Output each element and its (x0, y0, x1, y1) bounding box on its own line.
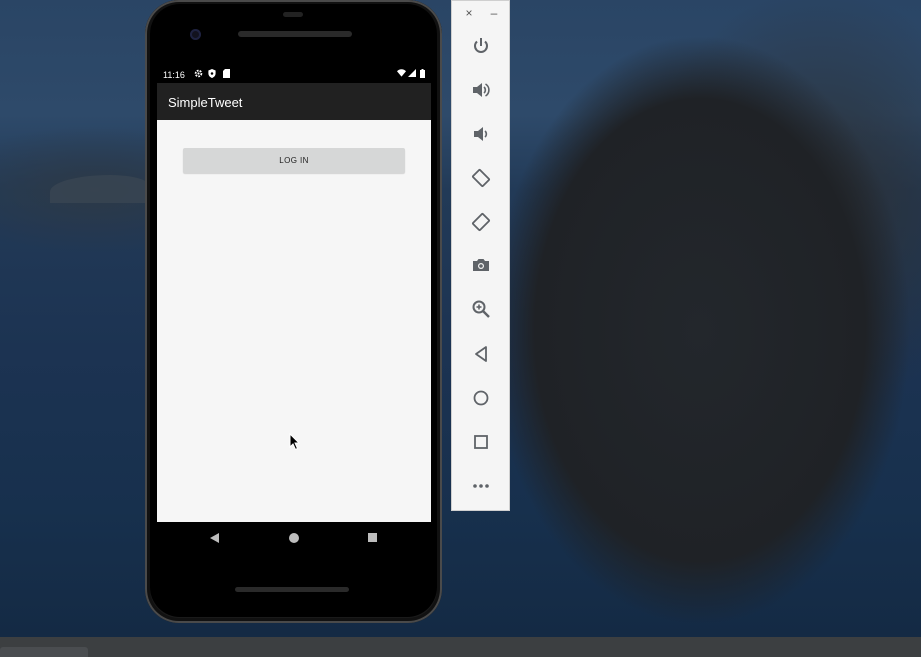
app-bar: SimpleTweet (157, 83, 431, 120)
phone-top-notch (283, 12, 303, 17)
emulator-back-button[interactable] (468, 341, 494, 367)
minimize-icon[interactable]: – (487, 5, 501, 21)
volume-down-button[interactable] (468, 121, 494, 147)
power-button[interactable] (468, 33, 494, 59)
volume-up-icon (473, 83, 490, 97)
back-icon[interactable] (210, 533, 219, 543)
emulator-toolbar: × – (451, 0, 510, 511)
zoom-icon (472, 300, 490, 318)
emulator-home-button[interactable] (468, 385, 494, 411)
app-title: SimpleTweet (168, 95, 243, 110)
back-icon (475, 346, 487, 362)
login-button[interactable]: LOG IN (183, 148, 405, 173)
emulator-overview-button[interactable] (468, 429, 494, 455)
shield-icon (208, 69, 216, 80)
rotate-left-icon (472, 169, 490, 187)
rotate-right-button[interactable] (468, 209, 494, 235)
mouse-cursor-icon (289, 433, 301, 451)
home-icon[interactable] (289, 533, 299, 543)
navigation-bar (157, 522, 431, 554)
volume-up-button[interactable] (468, 77, 494, 103)
rotate-left-button[interactable] (468, 165, 494, 191)
zoom-button[interactable] (468, 296, 494, 322)
bottom-speaker (235, 587, 349, 592)
status-bar: 11:16 (157, 67, 431, 83)
taskbar (0, 637, 921, 657)
status-time: 11:16 (163, 70, 185, 80)
screenshot-button[interactable] (468, 252, 494, 278)
more-button[interactable] (468, 473, 494, 499)
signal-icon (408, 69, 416, 79)
close-icon[interactable]: × (462, 5, 476, 21)
overview-icon (474, 435, 488, 449)
camera-icon (473, 259, 489, 271)
earpiece-speaker (238, 31, 352, 37)
front-camera (190, 29, 201, 40)
wifi-icon (397, 69, 406, 79)
taskbar-tab[interactable] (0, 647, 88, 657)
gear-icon (194, 69, 203, 80)
home-icon (473, 390, 489, 406)
app-content: LOG IN (157, 120, 431, 522)
battery-icon (420, 69, 425, 80)
sd-card-icon (223, 69, 230, 80)
volume-down-icon (474, 127, 488, 141)
more-icon (473, 484, 489, 488)
rotate-right-icon (472, 213, 490, 231)
recents-icon[interactable] (368, 533, 377, 542)
power-icon (474, 38, 488, 53)
